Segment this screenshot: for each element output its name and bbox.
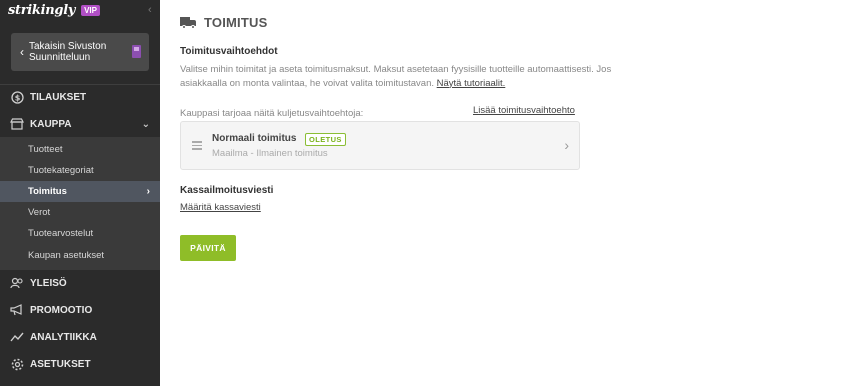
truck-icon [180, 16, 196, 29]
chevron-down-icon: ⌄ [141, 118, 150, 130]
nav-item-store[interactable]: KAUPPA ⌄ [0, 111, 160, 137]
nav-label: ASETUKSET [30, 358, 91, 370]
megaphone-icon [10, 303, 24, 317]
default-badge: OLETUS [305, 133, 346, 146]
submenu-item-reviews[interactable]: Tuotearvostelut [0, 223, 160, 244]
nav-item-orders[interactable]: $ TILAUKSET [0, 84, 160, 110]
analytics-line-icon [10, 330, 24, 344]
storefront-icon [10, 117, 24, 131]
carriers-label: Kauppasi tarjoaa näitä kuljetusvaihtoeht… [180, 108, 364, 119]
chevron-right-icon: › [564, 137, 569, 153]
nav-label: ANALYTIIKKA [30, 331, 97, 343]
nav-item-settings[interactable]: ASETUKSET [0, 351, 160, 377]
dollar-circle-icon: $ [10, 90, 24, 104]
add-shipping-option-link[interactable]: Lisää toimitusvaihtoehto [473, 105, 575, 116]
svg-text:$: $ [14, 93, 20, 102]
brand[interactable]: strikingly VIP [8, 2, 100, 18]
strikingly-logo: strikingly [8, 2, 76, 18]
chevron-left-icon: ‹ [20, 45, 24, 59]
users-icon [10, 276, 24, 290]
nav-label: TILAUKSET [30, 91, 87, 103]
nav-item-audience[interactable]: YLEISÖ [0, 270, 160, 296]
submenu-item-shipping[interactable]: Toimitus › [0, 181, 160, 202]
shipping-option-name: Normaali toimitus [212, 133, 297, 144]
shipping-options-heading: Toimitusvaihtoehdot [180, 46, 278, 57]
nav-label: YLEISÖ [30, 277, 67, 289]
chevron-right-icon: › [146, 186, 150, 197]
collapse-chevron-left-icon[interactable]: ‹ [148, 4, 152, 16]
set-checkout-message-link[interactable]: Määritä kassaviesti [180, 202, 261, 213]
page-title: TOIMITUS [204, 15, 268, 30]
drag-handle-icon[interactable] [192, 141, 202, 150]
nav-item-analytics[interactable]: ANALYTIIKKA [0, 324, 160, 350]
main-content: TOIMITUS Toimitusvaihtoehdot Valitse mih… [160, 0, 866, 386]
sidebar: strikingly VIP ‹ ‹ Takaisin Sivuston Suu… [0, 0, 160, 386]
nav-label: PROMOOTIO [30, 304, 93, 316]
description-text: Valitse mihin toimitat ja aseta toimitus… [180, 64, 612, 89]
submenu-item-categories[interactable]: Tuotekategoriat [0, 160, 160, 181]
shipping-option-card[interactable]: Normaali toimitus OLETUS Maailma - Ilmai… [180, 121, 580, 170]
checkout-message-heading: Kassailmoitusviesti [180, 185, 274, 196]
submenu-item-products[interactable]: Tuotteet [0, 139, 160, 160]
page-header: TOIMITUS [180, 15, 267, 30]
gear-icon [10, 357, 24, 371]
store-submenu: Tuotteet Tuotekategoriat Toimitus › Vero… [0, 137, 160, 270]
back-to-site-editor-button[interactable]: ‹ Takaisin Sivuston Suunnitteluun [11, 33, 149, 71]
tutorial-link[interactable]: Näytä tutoriaalit. [437, 78, 506, 89]
nav-item-promotion[interactable]: PROMOOTIO [0, 297, 160, 323]
shipping-option-detail: Maailma - Ilmainen toimitus [212, 148, 328, 159]
submenu-label: Toimitus [28, 186, 67, 197]
back-button-label: Takaisin Sivuston Suunnitteluun [29, 41, 107, 63]
vip-badge: VIP [81, 4, 100, 16]
submenu-item-store-settings[interactable]: Kaupan asetukset [0, 245, 160, 266]
update-button[interactable]: PÄIVITÄ [180, 235, 236, 261]
shipping-options-description: Valitse mihin toimitat ja aseta toimitus… [180, 63, 640, 90]
nav-label: KAUPPA [30, 118, 72, 130]
submenu-item-taxes[interactable]: Verot [0, 202, 160, 223]
paint-bucket-icon [132, 45, 141, 58]
